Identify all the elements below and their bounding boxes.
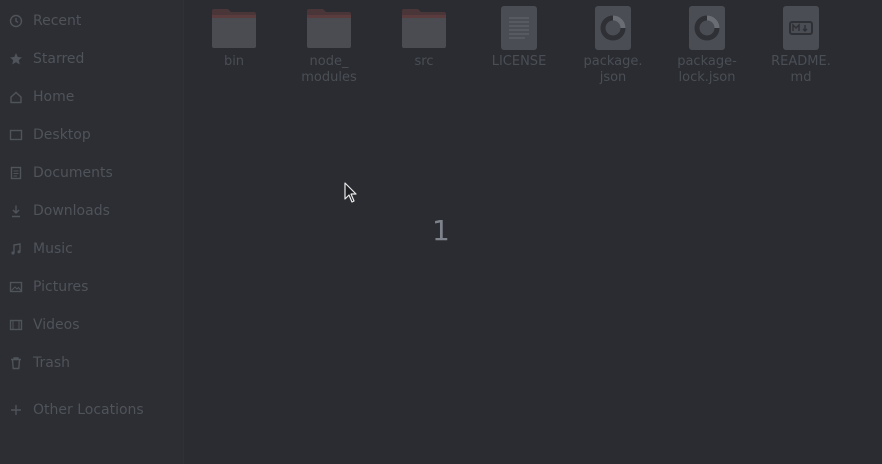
text-file-icon	[496, 6, 542, 50]
folder-icon	[401, 6, 447, 50]
desktop-icon	[8, 127, 24, 143]
json-file-icon	[590, 6, 636, 50]
sidebar-item-label: Videos	[33, 317, 80, 333]
sidebar-item-home[interactable]: Home	[0, 82, 183, 112]
file-name: node_ modules	[301, 54, 357, 85]
sidebar-item-videos[interactable]: Videos	[0, 310, 183, 340]
sidebar: Recent Starred Home Desktop Documents Do…	[0, 0, 184, 464]
sidebar-item-label: Desktop	[33, 127, 91, 143]
file-name: bin	[223, 54, 245, 69]
markdown-file-icon	[778, 6, 824, 50]
file-name: src	[414, 54, 434, 69]
sidebar-item-label: Trash	[33, 355, 70, 371]
folder-icon	[306, 6, 352, 50]
sidebar-item-label: Other Locations	[33, 402, 144, 418]
sidebar-item-label: Recent	[33, 13, 82, 29]
sidebar-item-desktop[interactable]: Desktop	[0, 120, 183, 150]
sidebar-item-label: Starred	[33, 51, 85, 67]
sidebar-item-label: Music	[33, 241, 73, 257]
sidebar-item-label: Home	[33, 89, 75, 105]
sidebar-item-pictures[interactable]: Pictures	[0, 272, 183, 302]
file-manager-window: Recent Starred Home Desktop Documents Do…	[0, 0, 882, 464]
sidebar-item-label: Pictures	[33, 279, 89, 295]
mouse-pointer-icon	[344, 182, 358, 208]
document-icon	[8, 165, 24, 181]
video-icon	[8, 317, 24, 333]
sidebar-item-documents[interactable]: Documents	[0, 158, 183, 188]
sidebar-item-starred[interactable]: Starred	[0, 44, 183, 74]
file-name: README. md	[771, 54, 831, 85]
json-file-icon	[684, 6, 730, 50]
music-icon	[8, 241, 24, 257]
file-name: LICENSE	[491, 54, 547, 69]
folder-icon	[211, 6, 257, 50]
file-item-node-modules[interactable]: node_ modules	[289, 6, 369, 86]
file-item-src[interactable]: src	[384, 6, 464, 70]
file-item-bin[interactable]: bin	[194, 6, 274, 70]
file-name: package- lock.json	[677, 54, 737, 85]
overlay-counter: 1	[432, 214, 450, 247]
file-item-package-json[interactable]: package. json	[573, 6, 653, 86]
download-icon	[8, 203, 24, 219]
sidebar-item-downloads[interactable]: Downloads	[0, 196, 183, 226]
sidebar-item-other-locations[interactable]: Other Locations	[0, 395, 183, 425]
file-item-license[interactable]: LICENSE	[479, 6, 559, 70]
sidebar-item-music[interactable]: Music	[0, 234, 183, 264]
sidebar-item-label: Documents	[33, 165, 113, 181]
clock-icon	[8, 13, 24, 29]
sidebar-item-recent[interactable]: Recent	[0, 6, 183, 36]
sidebar-item-trash[interactable]: Trash	[0, 348, 183, 378]
trash-icon	[8, 355, 24, 371]
file-view[interactable]: bin node_ modules src LICENSE package. j	[184, 0, 882, 464]
file-name: package. json	[583, 54, 643, 85]
star-icon	[8, 51, 24, 67]
plus-icon	[8, 402, 24, 418]
file-item-readme-md[interactable]: README. md	[761, 6, 841, 86]
file-item-package-lock-json[interactable]: package- lock.json	[667, 6, 747, 86]
home-icon	[8, 89, 24, 105]
picture-icon	[8, 279, 24, 295]
sidebar-item-label: Downloads	[33, 203, 110, 219]
